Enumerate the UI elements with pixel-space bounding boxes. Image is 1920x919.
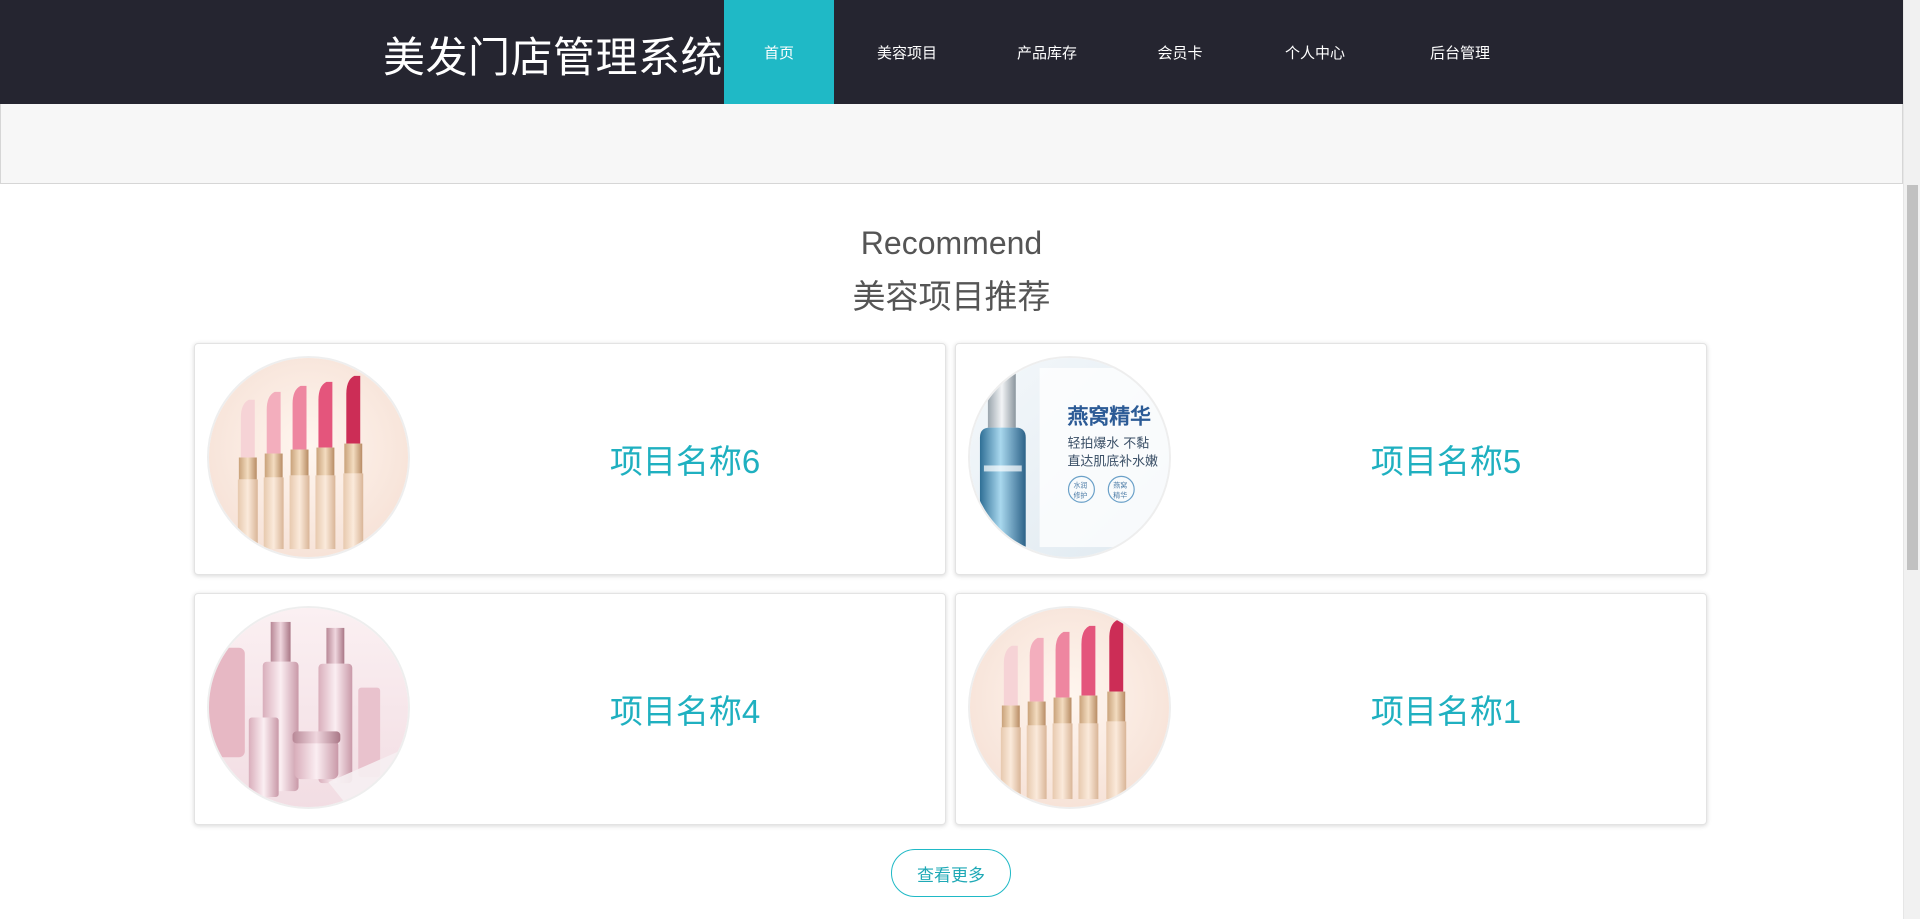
lipstick-image [970,608,1169,807]
section-title-cn: 美容项目推荐 [852,278,1051,315]
scrollbar-thumb[interactable] [1907,185,1918,570]
serum-image: 燕窝精华 轻拍爆水 不黏 直达肌底补水嫩 水润 修护 燕窝 精华 [970,358,1169,557]
project-thumbnail[interactable] [968,606,1171,809]
project-title[interactable]: 项目名称6 [425,344,945,574]
nav-item-member-card[interactable]: 会员卡 [1114,0,1246,104]
nav-item-beauty-projects[interactable]: 美容项目 [834,0,980,104]
project-card[interactable]: 项目名称6 [194,343,946,575]
nav-item-product-inventory[interactable]: 产品库存 [980,0,1114,104]
main-nav: 首页 美容项目 产品库存 会员卡 个人中心 后台管理 [724,0,1536,104]
project-title[interactable]: 项目名称5 [1186,344,1706,574]
svg-text:燕窝: 燕窝 [1113,480,1127,489]
svg-text:水润: 水润 [1073,480,1087,489]
site-brand[interactable]: 美发门店管理系统 [383,24,723,85]
project-thumbnail[interactable] [207,356,410,559]
nav-item-admin[interactable]: 后台管理 [1384,0,1536,104]
svg-text:轻拍爆水 不黏: 轻拍爆水 不黏 [1068,437,1150,452]
project-card[interactable]: 项目名称4 [194,593,946,825]
page-scrollbar[interactable] [1903,0,1920,919]
section-title-en: Recommend [860,225,1043,261]
svg-text:精华: 精华 [1113,490,1127,499]
top-header: 美发门店管理系统 首页 美容项目 产品库存 会员卡 个人中心 后台管理 [0,0,1903,104]
nav-item-home[interactable]: 首页 [724,0,834,104]
project-thumbnail[interactable]: 燕窝精华 轻拍爆水 不黏 直达肌底补水嫩 水润 修护 燕窝 精华 [968,356,1171,559]
svg-text:修护: 修护 [1073,490,1087,499]
project-card[interactable]: 项目名称1 [955,593,1707,825]
project-card[interactable]: 燕窝精华 轻拍爆水 不黏 直达肌底补水嫩 水润 修护 燕窝 精华 项目名称5 [955,343,1707,575]
project-thumbnail[interactable] [207,606,410,809]
project-title[interactable]: 项目名称4 [425,594,945,824]
banner-area [0,104,1903,184]
lipstick-image [209,358,408,557]
svg-text:直达肌底补水嫩: 直达肌底补水嫩 [1068,453,1159,469]
cosmetics-image [209,608,408,807]
nav-item-personal-center[interactable]: 个人中心 [1246,0,1384,104]
svg-text:燕窝精华: 燕窝精华 [1068,405,1152,429]
project-title[interactable]: 项目名称1 [1186,594,1706,824]
view-more-button[interactable]: 查看更多 [891,849,1011,897]
